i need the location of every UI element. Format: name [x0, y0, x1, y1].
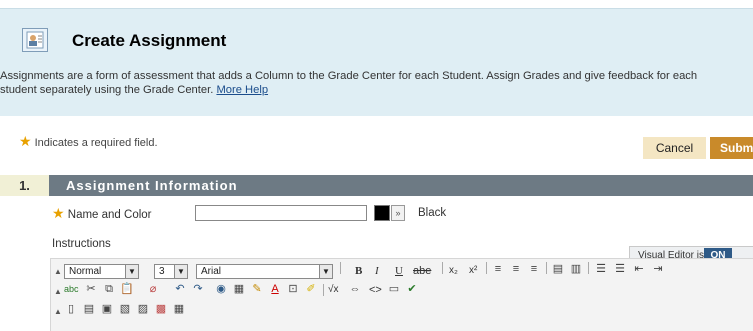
color-name: Black [418, 207, 447, 219]
section-header: 1. Assignment Information [0, 175, 753, 196]
page-title: Create Assignment [72, 31, 227, 50]
insert-document-icon[interactable]: ▧ [118, 302, 132, 316]
required-star-icon: ★ [19, 133, 32, 149]
font-select[interactable]: Arial ▼ [196, 264, 333, 279]
toolbar-divider [486, 262, 487, 274]
insert-embed-icon[interactable]: ▦ [172, 302, 186, 316]
highlight-icon[interactable]: ✐ [304, 282, 318, 296]
chevron-down-icon: ▼ [125, 265, 138, 278]
bullet-list-icon[interactable]: ☰ [613, 262, 627, 276]
italic-button[interactable]: I [375, 264, 379, 278]
pencil-icon[interactable]: ✎ [250, 282, 264, 296]
strikethrough-button[interactable]: abe [413, 264, 431, 278]
redo-icon[interactable]: ↷ [191, 282, 205, 296]
undo-icon[interactable]: ↶ [173, 282, 187, 296]
name-field-label-text: Name and Color [67, 209, 152, 221]
name-input[interactable] [195, 205, 367, 221]
underline-button[interactable]: U [395, 264, 403, 278]
size-select[interactable]: 3 ▼ [154, 264, 188, 279]
toolbar-divider [546, 262, 547, 274]
insert-mashup-icon[interactable]: ▣ [100, 302, 114, 316]
required-note-text: Indicates a required field. [34, 137, 158, 149]
superscript-button[interactable]: x² [469, 264, 477, 278]
required-note: ★ Indicates a required field. [19, 133, 158, 150]
font-select-value: Arial [201, 266, 222, 277]
required-star-icon: ★ [52, 205, 65, 221]
insert-image-icon[interactable]: ⊡ [286, 282, 300, 296]
indent-icon[interactable]: ⇥ [651, 262, 665, 276]
bold-button[interactable]: B [355, 264, 362, 278]
text-color-icon[interactable]: A [268, 282, 282, 296]
spellcheck-icon[interactable]: abc [64, 282, 79, 296]
chevron-down-icon: ▼ [174, 265, 187, 278]
editor-toolbar: ▲ Normal ▼ 3 ▼ Arial ▼ B I U abe x₂ x² ≡ ≡ … [50, 258, 753, 331]
align-right-icon[interactable]: ≡ [527, 262, 541, 276]
top-strip [0, 0, 753, 8]
insert-link-icon[interactable]: ◉ [214, 282, 228, 296]
find-icon[interactable]: ▤ [551, 262, 565, 276]
math-editor-button[interactable]: √x [328, 283, 339, 297]
format-select-value: Normal [69, 266, 102, 277]
instructions-label: Instructions [52, 238, 111, 250]
size-select-value: 3 [159, 266, 165, 277]
section-number: 1. [0, 175, 49, 196]
description-line-2-text: student separately using the Grade Cente… [0, 84, 214, 96]
more-help-link[interactable]: More Help [216, 84, 268, 96]
spellcheck-confirm-icon[interactable]: ✔ [405, 282, 419, 296]
fullscreen-icon[interactable]: ▭ [387, 282, 401, 296]
chevron-down-icon: ▼ [319, 265, 332, 278]
cancel-button[interactable]: Cancel [643, 137, 706, 159]
format-select[interactable]: Normal ▼ [64, 264, 139, 279]
page-header: Create Assignment Assignments are a form… [0, 8, 753, 116]
collapse-row-2-icon[interactable]: ▲ [54, 287, 62, 296]
html-code-button[interactable]: <> [369, 283, 382, 297]
description-line-1: Assignments are a form of assessment tha… [0, 70, 698, 82]
toolbar-divider [340, 262, 341, 274]
name-field-label: ★ Name and Color [52, 205, 152, 222]
submit-button[interactable]: Submit [710, 137, 753, 159]
toolbar-divider [588, 262, 589, 274]
spellcheck-document-icon[interactable]: ▥ [569, 262, 583, 276]
subscript-button[interactable]: x₂ [449, 264, 458, 278]
collapse-row-3-icon[interactable]: ▲ [54, 307, 62, 316]
insert-file-icon[interactable]: ▯ [64, 302, 78, 316]
numbered-list-icon[interactable]: ☰ [594, 262, 608, 276]
insert-symbol-icon[interactable]: ⇔ [348, 282, 362, 296]
color-picker-chevron-icon[interactable]: » [391, 205, 405, 221]
insert-audio-icon[interactable]: ▨ [136, 302, 150, 316]
clear-formatting-icon[interactable]: ⌀ [146, 282, 160, 296]
insert-table-icon[interactable]: ▦ [232, 282, 246, 296]
assignment-icon [22, 28, 48, 52]
description-line-2: student separately using the Grade Cente… [0, 83, 268, 97]
align-left-icon[interactable]: ≡ [491, 262, 505, 276]
outdent-icon[interactable]: ⇤ [632, 262, 646, 276]
color-swatch[interactable] [374, 205, 390, 221]
paste-icon[interactable]: 📋 [120, 282, 134, 296]
copy-icon[interactable]: ⧉ [102, 282, 116, 296]
section-title: Assignment Information [66, 178, 238, 193]
insert-media-icon[interactable]: ▤ [82, 302, 96, 316]
toolbar-divider [323, 284, 324, 296]
insert-flash-icon[interactable]: ▩ [154, 302, 168, 316]
align-center-icon[interactable]: ≡ [509, 262, 523, 276]
toolbar-divider [442, 262, 443, 274]
collapse-row-1-icon[interactable]: ▲ [54, 267, 62, 276]
cut-icon[interactable]: ✂ [84, 282, 98, 296]
